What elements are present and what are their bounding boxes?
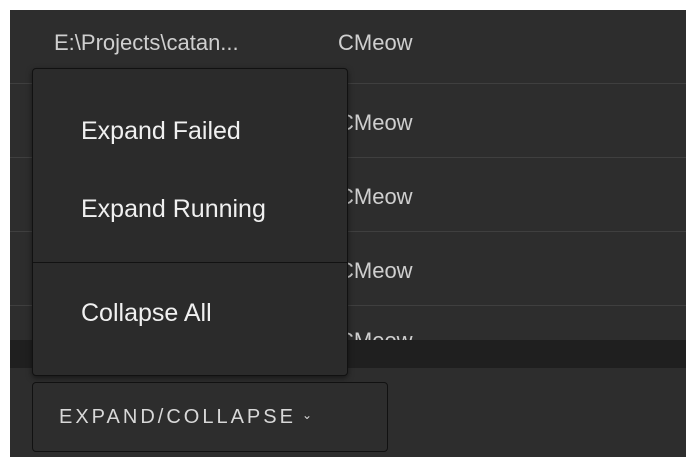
menu-item-expand-running[interactable]: Expand Running: [81, 195, 266, 224]
menu-divider: [33, 262, 347, 263]
path-cell: E:\Projects\catan...: [54, 30, 239, 55]
menu-item-expand-failed[interactable]: Expand Failed: [81, 117, 241, 146]
menu-item-collapse-all[interactable]: Collapse All: [81, 299, 212, 328]
chevron-down-icon: ⌄: [301, 408, 312, 422]
expand-collapse-label: EXPAND/COLLAPSE: [59, 405, 296, 428]
app-panel: E:\Projects\catan... CMeow CMeow CMeow C…: [10, 10, 686, 457]
expand-collapse-menu: Expand Failed Expand Running Collapse Al…: [32, 68, 348, 376]
user-cell: CMeow: [338, 258, 413, 283]
expand-collapse-button[interactable]: EXPAND/COLLAPSE ⌄: [32, 382, 388, 452]
user-cell: CMeow: [338, 110, 413, 135]
user-cell: CMeow: [338, 184, 413, 209]
user-cell: CMeow: [338, 30, 413, 55]
